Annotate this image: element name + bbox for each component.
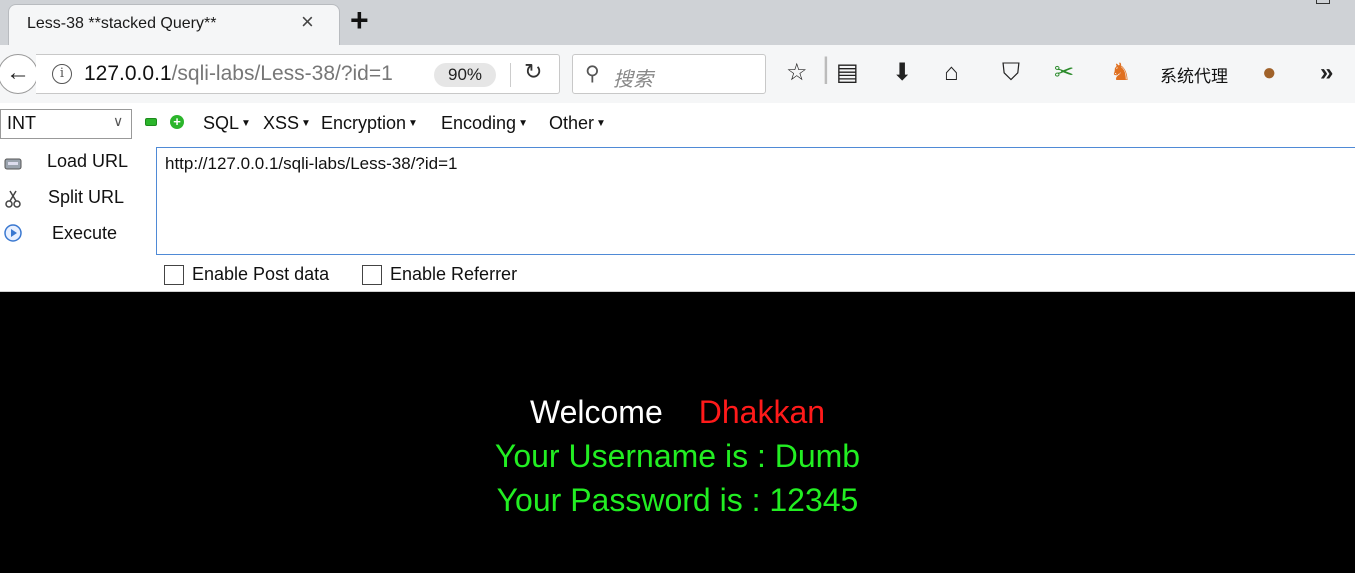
overflow-icon[interactable]: » xyxy=(1320,59,1333,87)
new-tab-icon[interactable]: + xyxy=(350,4,369,36)
welcome-name: Dhakkan xyxy=(698,394,826,430)
welcome-text: Welcome xyxy=(529,394,663,430)
url-text[interactable]: 127.0.0.1/sqli-labs/Less-38/?id=1 xyxy=(84,62,420,86)
close-icon[interactable]: × xyxy=(301,11,314,33)
zoom-indicator[interactable]: 90% xyxy=(434,63,496,87)
page-content: Welcome Dhakkan Your Username is : Dumb Y… xyxy=(0,292,1355,573)
execute-icon xyxy=(4,224,22,242)
window-control-icon[interactable] xyxy=(1316,0,1330,4)
pocket-icon[interactable]: ⛉ xyxy=(1002,59,1020,87)
menu-xss[interactable]: XSS ▼ xyxy=(263,113,311,134)
url-path: /sqli-labs/Less-38/?id=1 xyxy=(171,62,393,85)
url-textarea[interactable]: http://127.0.0.1/sqli-labs/Less-38/?id=1 xyxy=(156,147,1355,255)
menu-label: XSS xyxy=(263,113,300,133)
menu-label: Other xyxy=(549,113,595,133)
username-line: Your Username is : Dumb xyxy=(494,438,861,474)
split-url-button[interactable]: Split URL xyxy=(48,187,124,208)
divider xyxy=(510,63,511,87)
type-select-value: INT xyxy=(7,113,36,133)
tab-title: Less-38 **stacked Query** xyxy=(27,15,217,32)
search-input[interactable]: ⚲ 搜索 xyxy=(572,54,766,94)
execute-button[interactable]: Execute xyxy=(52,223,117,244)
menu-label: Encoding xyxy=(441,113,517,133)
divider: | xyxy=(822,52,830,85)
menu-other[interactable]: Other ▼ xyxy=(549,113,606,134)
reload-icon[interactable]: ↻ xyxy=(524,59,542,85)
cookie-icon[interactable]: ● xyxy=(1262,59,1277,87)
enable-referrer-label[interactable]: Enable Referrer xyxy=(390,264,517,285)
tab-active[interactable]: Less-38 **stacked Query** × xyxy=(8,4,340,45)
home-icon[interactable]: ⌂ xyxy=(944,59,959,87)
enable-post-label[interactable]: Enable Post data xyxy=(192,264,329,285)
type-select[interactable]: INT ∨ xyxy=(0,109,132,139)
menu-sql[interactable]: SQL ▼ xyxy=(203,113,251,134)
url-host: 127.0.0.1 xyxy=(84,62,172,85)
reader-list-icon[interactable]: ▤ xyxy=(836,59,859,87)
hackbar: INT ∨ + SQL ▼ XSS ▼ Encryption ▼ Encoding ▼ … xyxy=(0,103,1355,292)
load-url-icon xyxy=(4,158,22,170)
back-icon[interactable]: ← xyxy=(0,54,38,94)
menu-label: SQL xyxy=(203,113,240,133)
welcome-line: Welcome Dhakkan xyxy=(0,394,1355,431)
extension-icon[interactable]: ✂ xyxy=(1054,59,1074,87)
tab-strip: Less-38 **stacked Query** × + xyxy=(0,0,1355,45)
star-icon[interactable]: ☆ xyxy=(786,59,808,87)
password-line: Your Password is : 12345 xyxy=(496,482,859,518)
search-placeholder: 搜索 xyxy=(613,69,653,91)
enable-referrer-checkbox[interactable] xyxy=(362,265,382,285)
menu-encryption[interactable]: Encryption ▼ xyxy=(321,113,418,134)
chevron-down-icon: ∨ xyxy=(113,113,124,129)
url-textarea-value: http://127.0.0.1/sqli-labs/Less-38/?id=1 xyxy=(165,154,458,173)
download-icon[interactable]: ⬇ xyxy=(892,59,912,87)
load-url-button[interactable]: Load URL xyxy=(47,151,128,172)
url-bar[interactable]: i 127.0.0.1/sqli-labs/Less-38/?id=1 90% … xyxy=(36,54,560,94)
scissors-icon xyxy=(5,190,21,208)
plus-icon[interactable]: + xyxy=(170,115,184,129)
enable-post-checkbox[interactable] xyxy=(164,265,184,285)
info-icon[interactable]: i xyxy=(52,64,72,84)
minus-icon[interactable] xyxy=(145,118,157,126)
search-icon: ⚲ xyxy=(585,63,600,85)
addon-icon[interactable]: ♞ xyxy=(1110,59,1132,87)
proxy-label[interactable]: 系统代理 xyxy=(1160,62,1228,87)
nav-bar: ← i 127.0.0.1/sqli-labs/Less-38/?id=1 90… xyxy=(0,45,1355,103)
menu-encoding[interactable]: Encoding ▼ xyxy=(441,113,528,134)
menu-label: Encryption xyxy=(321,113,407,133)
